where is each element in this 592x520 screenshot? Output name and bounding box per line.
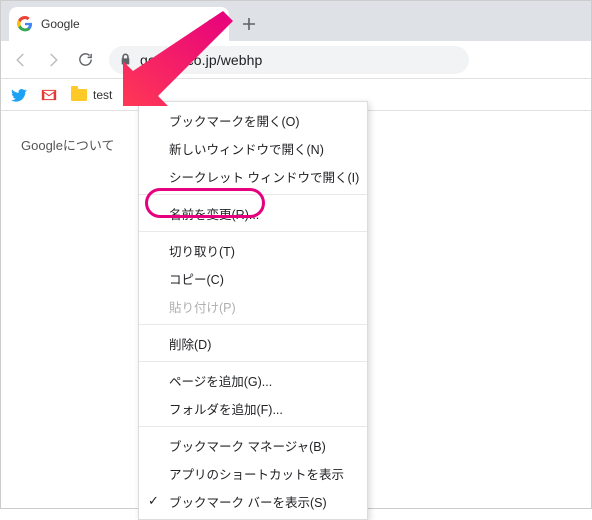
bookmark-twitter[interactable]: [11, 87, 27, 103]
menu-open-new-window[interactable]: 新しいウィンドウで開く(N): [139, 134, 367, 162]
google-favicon: [17, 16, 33, 32]
forward-button[interactable]: [39, 46, 67, 74]
menu-rename[interactable]: 名前を変更(R)...: [139, 199, 367, 227]
menu-separator: [139, 361, 367, 362]
folder-icon: [71, 87, 87, 103]
browser-tab[interactable]: Google: [9, 7, 229, 41]
tab-strip: Google: [1, 1, 591, 41]
url-text: google.co.jp/webhp: [140, 52, 262, 68]
back-button[interactable]: [7, 46, 35, 74]
tab-close-icon[interactable]: [205, 16, 221, 32]
tab-title: Google: [41, 17, 205, 31]
check-icon: ✓: [148, 493, 159, 509]
menu-separator: [139, 324, 367, 325]
address-bar[interactable]: google.co.jp/webhp: [109, 46, 469, 74]
bookmark-gmail[interactable]: [41, 87, 57, 103]
menu-add-folder[interactable]: フォルダを追加(F)...: [139, 394, 367, 422]
menu-copy[interactable]: コピー(C): [139, 264, 367, 292]
menu-paste: 貼り付け(P): [139, 292, 367, 320]
toolbar: google.co.jp/webhp: [1, 41, 591, 79]
gmail-icon: [41, 87, 57, 103]
menu-cut[interactable]: 切り取り(T): [139, 236, 367, 264]
menu-open-incognito[interactable]: シークレット ウィンドウで開く(I): [139, 162, 367, 190]
menu-show-app-shortcuts[interactable]: アプリのショートカットを表示: [139, 459, 367, 487]
reload-button[interactable]: [71, 46, 99, 74]
new-tab-button[interactable]: [235, 10, 263, 38]
lock-icon: [119, 53, 132, 66]
menu-separator: [139, 194, 367, 195]
twitter-icon: [11, 87, 27, 103]
menu-separator: [139, 231, 367, 232]
menu-add-page[interactable]: ページを追加(G)...: [139, 366, 367, 394]
menu-delete[interactable]: 削除(D): [139, 329, 367, 357]
bookmark-folder-test[interactable]: test: [71, 87, 112, 103]
menu-separator: [139, 426, 367, 427]
menu-show-bookmarks-bar[interactable]: ✓ ブックマーク バーを表示(S): [139, 487, 367, 515]
google-about-link[interactable]: Googleについて: [21, 138, 115, 153]
bookmark-folder-label: test: [93, 88, 112, 102]
menu-bookmark-manager[interactable]: ブックマーク マネージャ(B): [139, 431, 367, 459]
menu-open-bookmark[interactable]: ブックマークを開く(O): [139, 106, 367, 134]
context-menu: ブックマークを開く(O) 新しいウィンドウで開く(N) シークレット ウィンドウ…: [138, 101, 368, 520]
